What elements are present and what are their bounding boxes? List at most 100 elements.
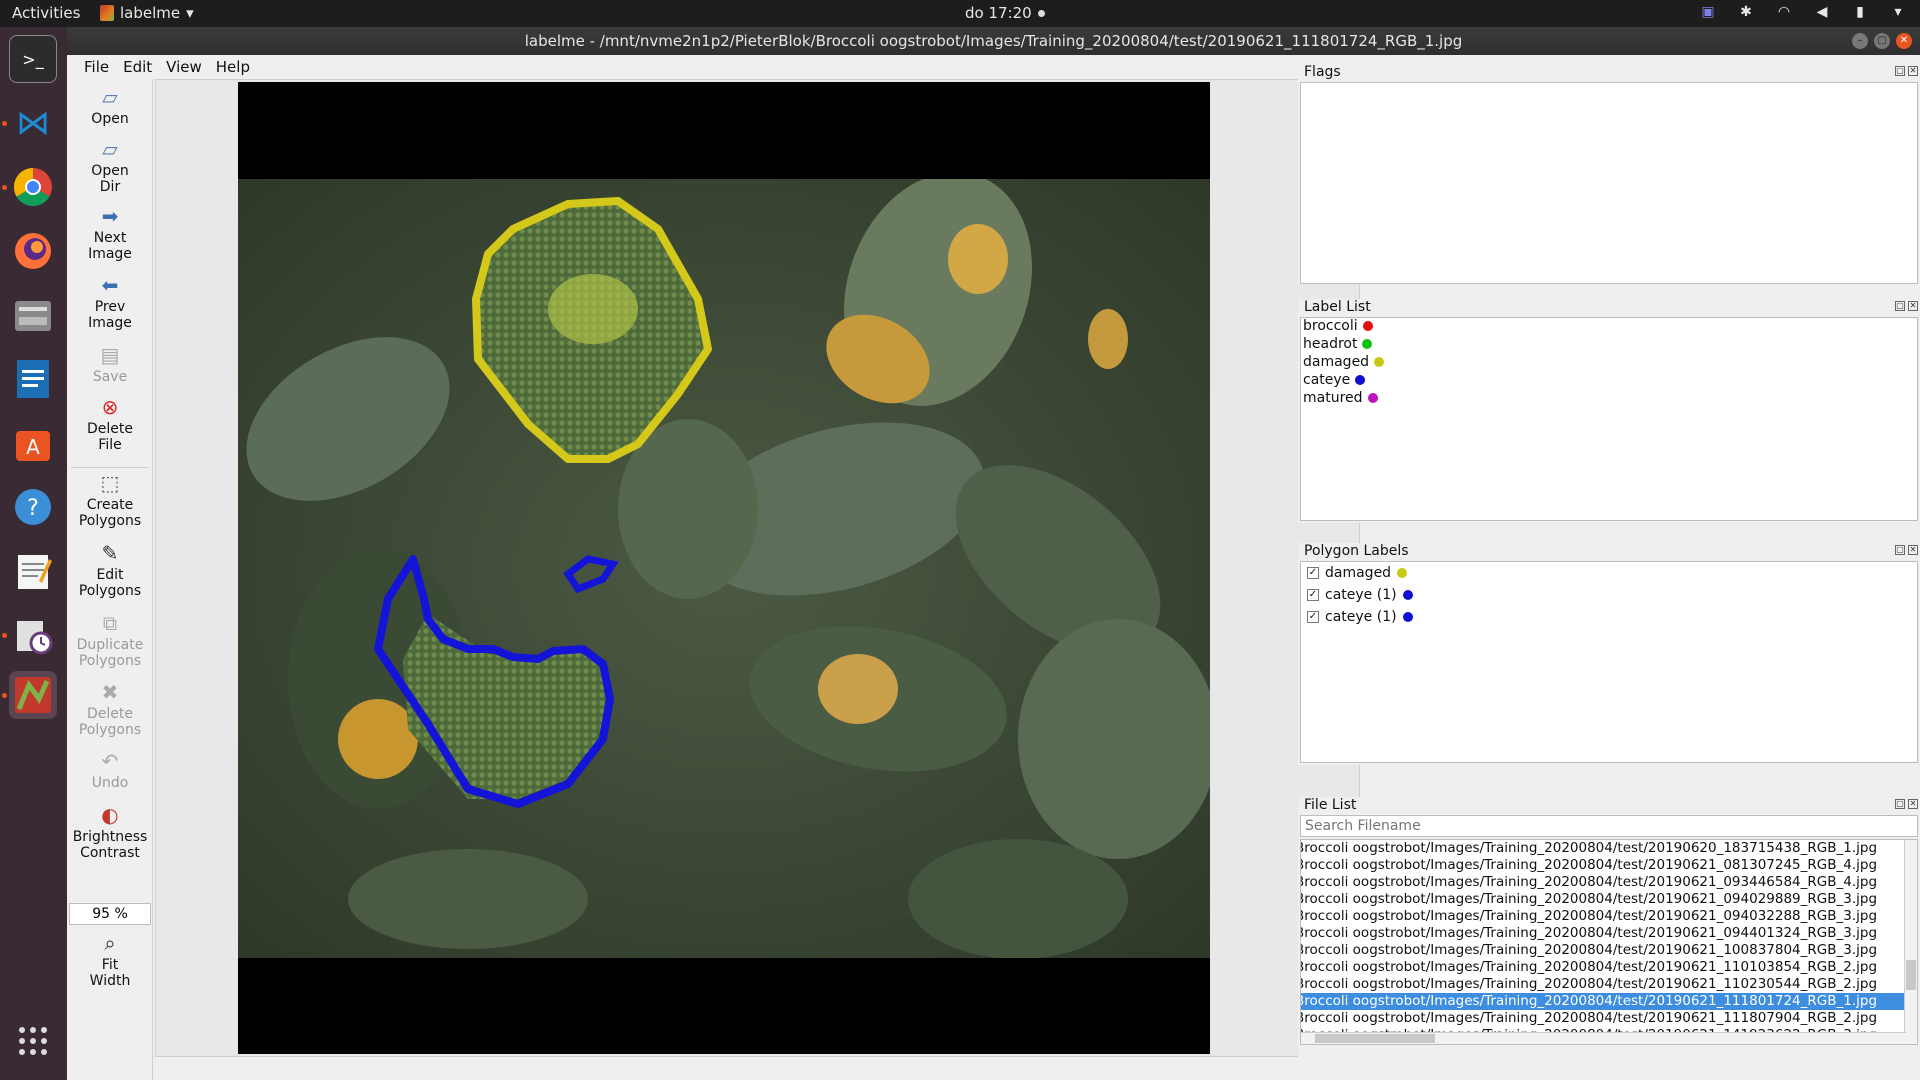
- next-image-button[interactable]: ➡ Next Image: [67, 204, 153, 262]
- close-icon[interactable]: ✕: [1908, 301, 1918, 311]
- close-icon[interactable]: ✕: [1908, 545, 1918, 555]
- close-icon[interactable]: ✕: [1908, 66, 1918, 76]
- label-item-broccoli[interactable]: broccoli: [1303, 318, 1373, 334]
- system-tray[interactable]: ▣ ✱ ◠ ◀ ▮ ▾: [1700, 4, 1906, 20]
- create-polygons-icon: ⬚: [100, 471, 120, 495]
- vertical-scrollbar[interactable]: [1904, 840, 1917, 1044]
- polygon-item-cateye[interactable]: ✓ cateye (1): [1307, 609, 1413, 625]
- app-menu[interactable]: labelme ▾: [100, 4, 194, 22]
- prev-image-button[interactable]: ⬅ Prev Image: [67, 273, 153, 331]
- labelme-icon[interactable]: [9, 671, 57, 719]
- delete-polygons-button[interactable]: ✖ Delete Polygons: [67, 680, 153, 738]
- label-text: headrot: [1303, 336, 1358, 352]
- delete-polygons-icon: ✖: [101, 680, 119, 704]
- label-text: matured: [1303, 390, 1363, 406]
- scrollbar-thumb[interactable]: [1906, 960, 1916, 990]
- zoom-field[interactable]: 95 %: [69, 903, 151, 925]
- polygon-item-damaged[interactable]: ✓ damaged: [1307, 565, 1408, 581]
- checkbox-checked-icon[interactable]: ✓: [1307, 589, 1319, 601]
- chrome-icon[interactable]: [9, 163, 57, 211]
- list-item[interactable]: Broccoli oogstrobot/Images/Training_2020…: [1301, 908, 1904, 925]
- polygon-item-cateye[interactable]: ✓ cateye (1): [1307, 587, 1413, 603]
- firefox-icon[interactable]: [9, 227, 57, 275]
- save-button[interactable]: ▤ Save: [67, 343, 153, 385]
- polygon-labels-list[interactable]: ✓ damaged ✓ cateye (1) ✓ cateye (1): [1300, 561, 1918, 763]
- teams-icon[interactable]: ▣: [1700, 4, 1716, 20]
- label-item-cateye[interactable]: cateye: [1303, 372, 1366, 388]
- help-icon[interactable]: ?: [9, 483, 57, 531]
- undo-button[interactable]: ↶ Undo: [67, 749, 153, 791]
- battery-icon[interactable]: ▮: [1852, 4, 1868, 20]
- window-titlebar[interactable]: labelme - /mnt/nvme2n1p2/PieterBlok/Broc…: [67, 27, 1920, 55]
- checkbox-checked-icon[interactable]: ✓: [1307, 567, 1319, 579]
- open-dir-button[interactable]: ▱ Open Dir: [67, 137, 153, 195]
- flags-title: Flags: [1304, 64, 1341, 80]
- scrollbar-thumb[interactable]: [1315, 1034, 1435, 1043]
- list-item[interactable]: Broccoli oogstrobot/Images/Training_2020…: [1301, 1010, 1904, 1027]
- image-canvas[interactable]: [155, 79, 1360, 1057]
- list-item[interactable]: Broccoli oogstrobot/Images/Training_2020…: [1301, 976, 1904, 993]
- open-button[interactable]: ▱ Open: [67, 85, 153, 127]
- horizontal-scrollbar[interactable]: [1301, 1032, 1906, 1044]
- checkbox-checked-icon[interactable]: ✓: [1307, 611, 1319, 623]
- menu-view[interactable]: View: [159, 55, 209, 79]
- toolbar-separator: [71, 467, 149, 468]
- software-center-icon[interactable]: A: [9, 419, 57, 467]
- close-icon[interactable]: ✕: [1908, 799, 1918, 809]
- zoom-fit-icon: ⌕: [104, 931, 116, 955]
- timeshift-icon[interactable]: [9, 611, 57, 659]
- minimize-icon[interactable]: –: [1852, 33, 1868, 49]
- activities-button[interactable]: Activities: [12, 4, 80, 22]
- float-icon[interactable]: ▢: [1895, 301, 1905, 311]
- running-indicator-icon: [2, 693, 7, 698]
- list-item[interactable]: Broccoli oogstrobot/Images/Training_2020…: [1301, 942, 1904, 959]
- wifi-icon[interactable]: ◠: [1776, 4, 1792, 20]
- fit-width-button[interactable]: ⌕ Fit Width: [67, 931, 153, 989]
- volume-icon[interactable]: ◀: [1814, 4, 1830, 20]
- list-item[interactable]: Broccoli oogstrobot/Images/Training_2020…: [1301, 891, 1904, 908]
- text-editor-icon[interactable]: [9, 547, 57, 595]
- color-dot-icon: [1374, 357, 1385, 367]
- flags-list[interactable]: [1300, 82, 1918, 284]
- delete-file-label-2: File: [98, 437, 122, 453]
- file-list[interactable]: Broccoli oogstrobot/Images/Training_2020…: [1300, 839, 1918, 1045]
- delete-file-button[interactable]: ⊗ Delete File: [67, 395, 153, 453]
- writer-icon[interactable]: [9, 355, 57, 403]
- menu-edit[interactable]: Edit: [116, 55, 159, 79]
- label-item-matured[interactable]: matured: [1303, 390, 1378, 406]
- open-label: Open: [91, 111, 129, 127]
- label-list-panel: Label List ▢ ✕ broccoli headrot damaged …: [1298, 299, 1920, 523]
- close-icon[interactable]: ✕: [1896, 33, 1912, 49]
- show-applications-icon[interactable]: [9, 1017, 57, 1065]
- label-list[interactable]: broccoli headrot damaged cateye matured: [1300, 317, 1918, 521]
- vscode-icon[interactable]: ⋈: [9, 99, 57, 147]
- brightness-contrast-button[interactable]: ◐ Brightness Contrast: [67, 803, 153, 861]
- create-polygons-button[interactable]: ⬚ Create Polygons: [67, 471, 153, 529]
- float-icon[interactable]: ▢: [1895, 545, 1905, 555]
- menu-file[interactable]: File: [77, 55, 116, 79]
- float-icon[interactable]: ▢: [1895, 66, 1905, 76]
- list-item[interactable]: Broccoli oogstrobot/Images/Training_2020…: [1301, 874, 1904, 891]
- terminal-icon[interactable]: >_: [9, 35, 57, 83]
- list-item-selected[interactable]: Broccoli oogstrobot/Images/Training_2020…: [1301, 993, 1904, 1010]
- image-frame[interactable]: [238, 82, 1210, 1054]
- list-item[interactable]: Broccoli oogstrobot/Images/Training_2020…: [1301, 840, 1904, 857]
- maximize-icon[interactable]: ▢: [1874, 33, 1890, 49]
- duplicate-polygons-button[interactable]: ⧉ Duplicate Polygons: [67, 611, 153, 669]
- files-icon[interactable]: [9, 291, 57, 339]
- broccoli-field-image[interactable]: [238, 179, 1210, 958]
- label-item-damaged[interactable]: damaged: [1303, 354, 1385, 370]
- search-filename-input[interactable]: [1300, 815, 1918, 837]
- arrow-left-icon: ⬅: [101, 273, 119, 297]
- ubuntu-dock: >_ ⋈ A ?: [0, 27, 67, 1080]
- system-menu-icon[interactable]: ▾: [1890, 4, 1906, 20]
- edit-polygons-button[interactable]: ✎ Edit Polygons: [67, 541, 153, 599]
- list-item[interactable]: Broccoli oogstrobot/Images/Training_2020…: [1301, 925, 1904, 942]
- bluetooth-icon[interactable]: ✱: [1738, 4, 1754, 20]
- clock[interactable]: do 17:20: [965, 4, 1045, 22]
- list-item[interactable]: Broccoli oogstrobot/Images/Training_2020…: [1301, 959, 1904, 976]
- menu-help[interactable]: Help: [209, 55, 257, 79]
- float-icon[interactable]: ▢: [1895, 799, 1905, 809]
- list-item[interactable]: Broccoli oogstrobot/Images/Training_2020…: [1301, 857, 1904, 874]
- label-item-headrot[interactable]: headrot: [1303, 336, 1373, 352]
